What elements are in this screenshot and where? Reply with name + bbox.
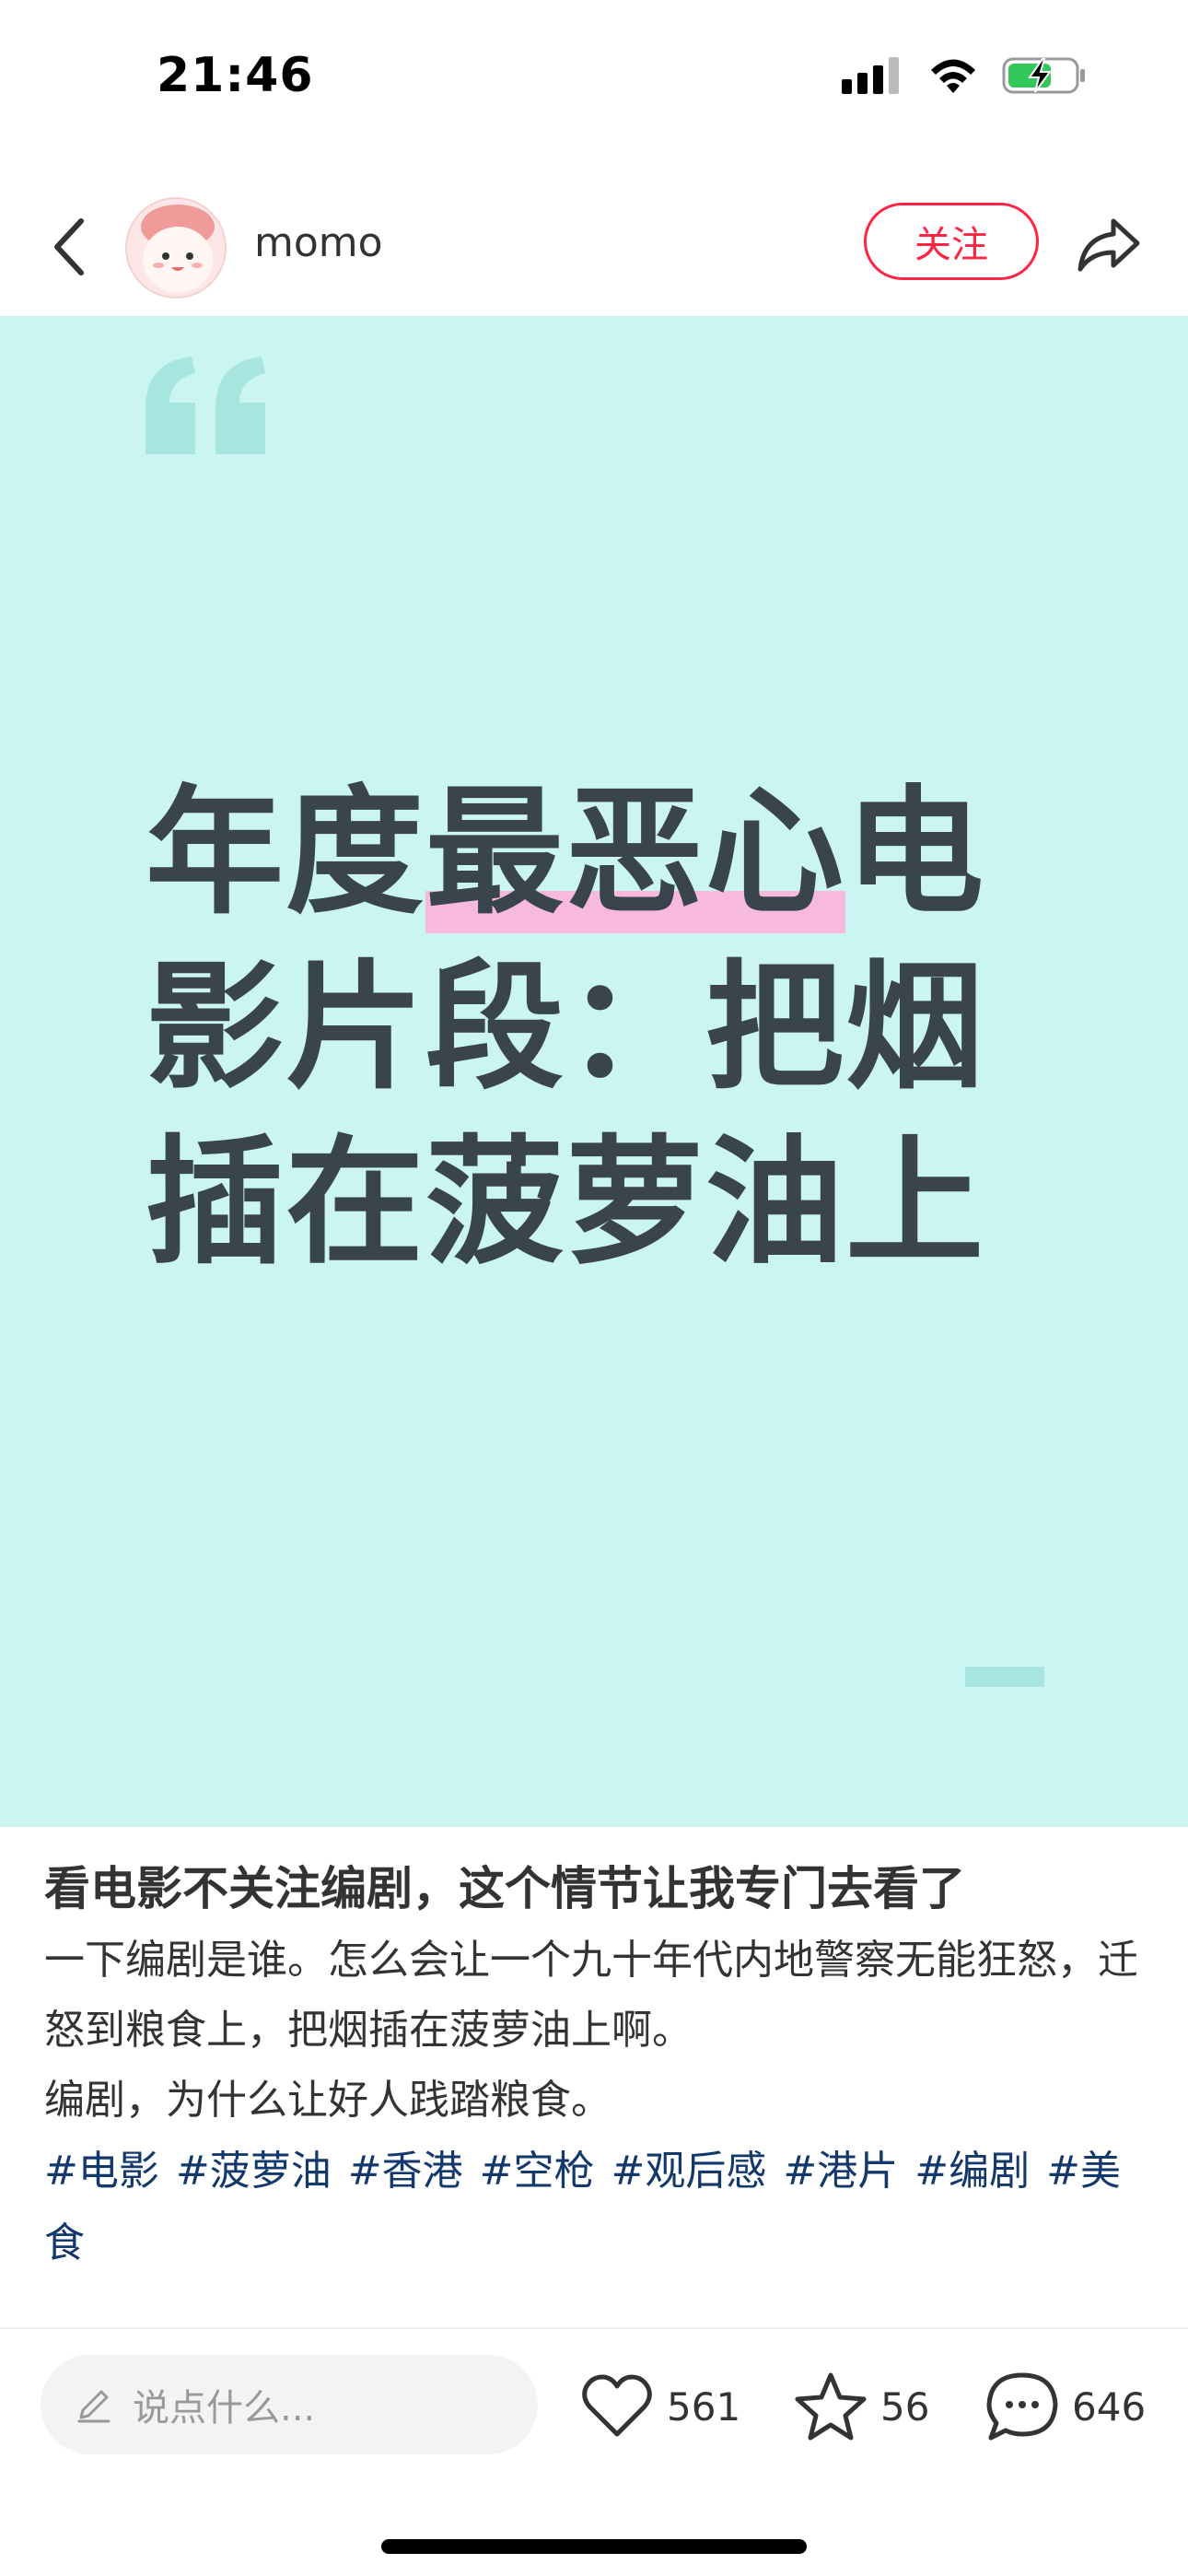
tag-link[interactable]: #电影 — [44, 2148, 159, 2195]
home-indicator[interactable] — [381, 2539, 807, 2554]
avatar[interactable] — [125, 197, 227, 299]
post-content: 看电影不关注编剧，这个情节让我专门去看了 一下编剧是谁。怎么会让一个九十年代内地… — [44, 1852, 1149, 2279]
favorite-button[interactable]: 56 — [794, 2368, 929, 2445]
tag-link[interactable]: #空枪 — [480, 2148, 595, 2195]
cover-image[interactable]: 年度最恶心电影片段：把烟插在菠萝油上 — [0, 316, 1188, 1827]
tag-list: #电影 #菠萝油 #香港 #空枪 #观后感 #港片 #编剧 #美食 — [44, 2136, 1149, 2279]
comment-count: 646 — [1072, 2383, 1147, 2430]
comment-bubble-icon — [986, 2372, 1058, 2441]
share-button[interactable] — [1072, 208, 1146, 282]
favorite-count: 56 — [880, 2383, 930, 2430]
signal-icon — [842, 57, 904, 98]
tag-link[interactable]: #菠萝油 — [176, 2148, 332, 2195]
back-button[interactable] — [42, 210, 98, 284]
status-icons — [842, 55, 1087, 100]
star-icon — [795, 2372, 867, 2441]
tag-link[interactable]: #香港 — [348, 2148, 463, 2195]
post-body-line1: 一下编剧是谁。怎么会让一个九十年代内地警察无能狂怒，迁怒到粮食上，把烟插在菠萝油… — [44, 1937, 1138, 2054]
post-header: momo 关注 — [0, 184, 1188, 313]
post-body-line2: 编剧，为什么让好人践踏粮食。 — [44, 2077, 611, 2124]
tag-link[interactable]: #观后感 — [611, 2148, 767, 2195]
pencil-icon — [77, 2390, 111, 2423]
comment-placeholder: 说点什么... — [133, 2387, 316, 2430]
like-count: 561 — [667, 2383, 741, 2430]
like-button[interactable]: 561 — [580, 2368, 740, 2445]
cover-decoration — [965, 1667, 1044, 1687]
comment-button[interactable]: 646 — [985, 2368, 1146, 2445]
battery-charging-icon — [1002, 55, 1087, 100]
bottom-divider — [0, 2327, 1188, 2329]
status-bar: 21:46 — [0, 0, 1188, 157]
comment-input[interactable]: 说点什么... — [41, 2355, 538, 2454]
username[interactable]: momo — [254, 219, 383, 266]
cover-title-prefix: 年度 — [146, 773, 426, 933]
quote-mark-icon — [146, 357, 265, 454]
tag-link[interactable]: #编剧 — [914, 2148, 1030, 2195]
cover-title: 年度最恶心电影片段：把烟插在菠萝油上 — [146, 766, 1066, 1291]
tag-link[interactable]: #港片 — [783, 2148, 898, 2195]
heart-icon — [582, 2374, 652, 2437]
status-time: 21:46 — [157, 48, 314, 103]
cover-title-highlight: 最恶心 — [425, 773, 846, 933]
wifi-icon — [926, 56, 980, 99]
share-icon — [1077, 218, 1140, 272]
follow-button[interactable]: 关注 — [864, 203, 1039, 280]
post-title: 看电影不关注编剧，这个情节让我专门去看了 — [44, 1862, 965, 1915]
back-icon — [54, 218, 84, 275]
